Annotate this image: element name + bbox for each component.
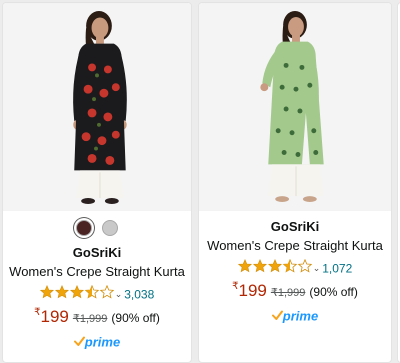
price-row: ₹199 ₹1,999 (90% off) [3, 307, 191, 327]
rating-row[interactable]: ⌄ 3,038 [3, 284, 191, 304]
prime-label: prime [282, 308, 319, 324]
model-in-black-kurta-image [3, 4, 191, 210]
color-swatch-grey[interactable] [102, 219, 119, 236]
sale-price: 199 [238, 281, 267, 300]
product-card-1[interactable]: GoSriKi Women's Crepe Straight Kurta ⌄ 3,… [2, 2, 192, 363]
rating-count-link[interactable]: 1,072 [322, 262, 352, 276]
brand-name: GoSriKi [72, 245, 122, 260]
product-image-2[interactable] [199, 3, 391, 211]
price-row: ₹199 ₹1,999 (90% off) [199, 281, 391, 301]
product-title-link[interactable]: Women's Crepe Straight Kurta [199, 238, 391, 253]
list-price: ₹1,999 [72, 313, 108, 325]
color-swatches [3, 219, 191, 237]
product-title-link[interactable]: Women's Crepe Straight Kurta [3, 264, 191, 279]
sale-price: 199 [40, 307, 69, 326]
star-rating-icon[interactable] [237, 258, 312, 278]
list-price: ₹1,999 [270, 287, 306, 299]
prime-badge: prime [199, 307, 391, 325]
color-swatch-maroon[interactable] [75, 219, 92, 236]
chevron-down-icon[interactable]: ⌄ [115, 289, 123, 300]
discount-label: (90% off) [309, 285, 358, 299]
brand-name: GoSriKi [270, 219, 320, 234]
chevron-down-icon[interactable]: ⌄ [313, 263, 321, 274]
prime-check-icon [73, 336, 85, 347]
rating-count-link[interactable]: 3,038 [124, 288, 154, 302]
star-rating-icon[interactable] [39, 284, 114, 304]
rating-row[interactable]: ⌄ 1,072 [199, 258, 391, 278]
prime-label: prime [84, 334, 121, 350]
product-card-2[interactable]: GoSriKi Women's Crepe Straight Kurta ⌄ 1,… [198, 2, 392, 363]
discount-label: (90% off) [111, 311, 160, 325]
model-in-green-kurta-image [199, 4, 391, 210]
prime-check-icon [271, 310, 283, 321]
prime-badge: prime [3, 333, 191, 351]
product-image-1[interactable] [3, 3, 191, 211]
